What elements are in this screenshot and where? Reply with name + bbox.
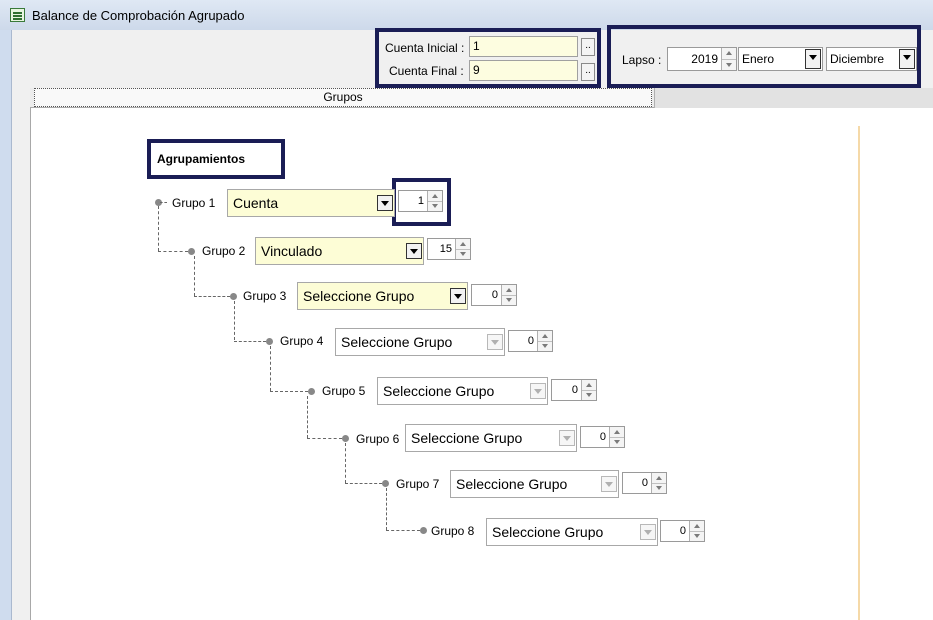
grupo-8-value: Seleccione Grupo [492,524,604,540]
cuenta-final-label: Cuenta Final : [389,64,464,78]
chevron-down-icon[interactable] [530,383,546,399]
grupo-2-select[interactable]: Vinculado [255,237,424,265]
left-strip [0,30,12,620]
app-icon [10,8,25,22]
tree-node-dot [266,338,273,345]
chevron-down-icon[interactable] [487,334,503,350]
grupo-4-select[interactable]: Seleccione Grupo [335,328,505,356]
cuenta-inicial-browse-button[interactable]: .. [581,38,595,56]
grupo-3-select[interactable]: Seleccione Grupo [297,282,468,310]
lapso-group: Lapso : 2019 Enero Diciembre [607,25,921,88]
grupo-7-value: Seleccione Grupo [456,476,568,492]
chevron-down-icon[interactable] [899,49,915,69]
mes-desde-value: Enero [742,52,775,66]
grupo-1-select[interactable]: Cuenta [227,189,395,217]
grupo-4-label: Grupo 4 [280,334,324,348]
chevron-down-icon[interactable] [406,243,422,259]
grupo-8-select[interactable]: Seleccione Grupo [486,518,658,546]
chevron-down-icon[interactable] [805,49,821,69]
tree-node-dot [230,293,237,300]
grupo-4-level-value: 0 [527,335,534,347]
grupo-7-select[interactable]: Seleccione Grupo [450,470,619,498]
mes-hasta-value: Diciembre [830,52,885,66]
cuenta-inicial-label: Cuenta Inicial : [385,41,465,55]
cuenta-inicial-input[interactable]: 1 [469,36,578,57]
mes-desde-select[interactable]: Enero [738,47,823,71]
cuenta-range-group: Cuenta Inicial : 1 .. Cuenta Final : 9 .… [375,28,601,88]
cuenta-final-browse-button[interactable]: .. [581,63,595,81]
tree-node-dot [308,388,315,395]
chevron-down-icon[interactable] [601,476,617,492]
grupo-6-level-value: 0 [599,431,606,443]
grupo-8-label: Grupo 8 [431,524,475,538]
grupo-1-level-spinner[interactable]: 1 [398,190,443,212]
grupo-6-level-spinner[interactable]: 0 [580,426,625,448]
grupo-7-level-spinner[interactable]: 0 [622,472,667,494]
chevron-down-icon[interactable] [559,430,575,446]
panel-divider [858,126,860,620]
tree-node-dot [342,435,349,442]
grupo-3-level-spinner[interactable]: 0 [471,284,517,306]
grupo-5-value: Seleccione Grupo [383,383,495,399]
lapso-label: Lapso : [622,53,662,67]
window-title: Balance de Comprobación Agrupado [32,8,245,23]
mes-hasta-select[interactable]: Diciembre [826,47,917,71]
grupo-1-value: Cuenta [233,195,279,211]
grupo-1-level-value: 1 [417,195,424,207]
grupo-2-value: Vinculado [261,243,323,259]
year-spinner[interactable]: 2019 [667,47,737,71]
cuenta-final-input[interactable]: 9 [469,60,578,81]
tab-grupos[interactable]: Grupos [34,88,652,107]
grupo-2-level-value: 15 [439,243,452,255]
grupo-8-level-value: 0 [679,525,686,537]
tree-node-dot [420,527,427,534]
chevron-down-icon[interactable] [377,195,393,211]
grupo-3-level-value: 0 [491,289,498,301]
year-value: 2019 [691,52,718,66]
grupo-3-label: Grupo 3 [243,289,287,303]
grupo-6-select[interactable]: Seleccione Grupo [405,424,577,452]
chevron-down-icon[interactable] [450,288,466,304]
grupo-4-value: Seleccione Grupo [341,334,453,350]
grupo-2-level-spinner[interactable]: 15 [427,238,471,260]
grupo-5-level-value: 0 [571,384,578,396]
grupo-2-label: Grupo 2 [202,244,246,258]
grupo-8-level-spinner[interactable]: 0 [660,520,705,542]
grupo-1-label: Grupo 1 [172,196,216,210]
grupo-3-value: Seleccione Grupo [303,288,415,304]
grupo-5-level-spinner[interactable]: 0 [551,379,597,401]
grupo-5-label: Grupo 5 [322,384,366,398]
grupo-7-label: Grupo 7 [396,477,440,491]
tree-node-dot [188,248,195,255]
grupos-panel [30,108,933,620]
tree-node-dot [382,480,389,487]
grupo-4-level-spinner[interactable]: 0 [508,330,553,352]
chevron-down-icon[interactable] [640,524,656,540]
grupo-7-level-value: 0 [641,477,648,489]
grupo-6-label: Grupo 6 [356,432,400,446]
agrupamientos-heading: Agrupamientos [147,139,285,179]
grupo-5-select[interactable]: Seleccione Grupo [377,377,548,405]
tab-secondary[interactable] [654,88,933,108]
grupo-6-value: Seleccione Grupo [411,430,523,446]
